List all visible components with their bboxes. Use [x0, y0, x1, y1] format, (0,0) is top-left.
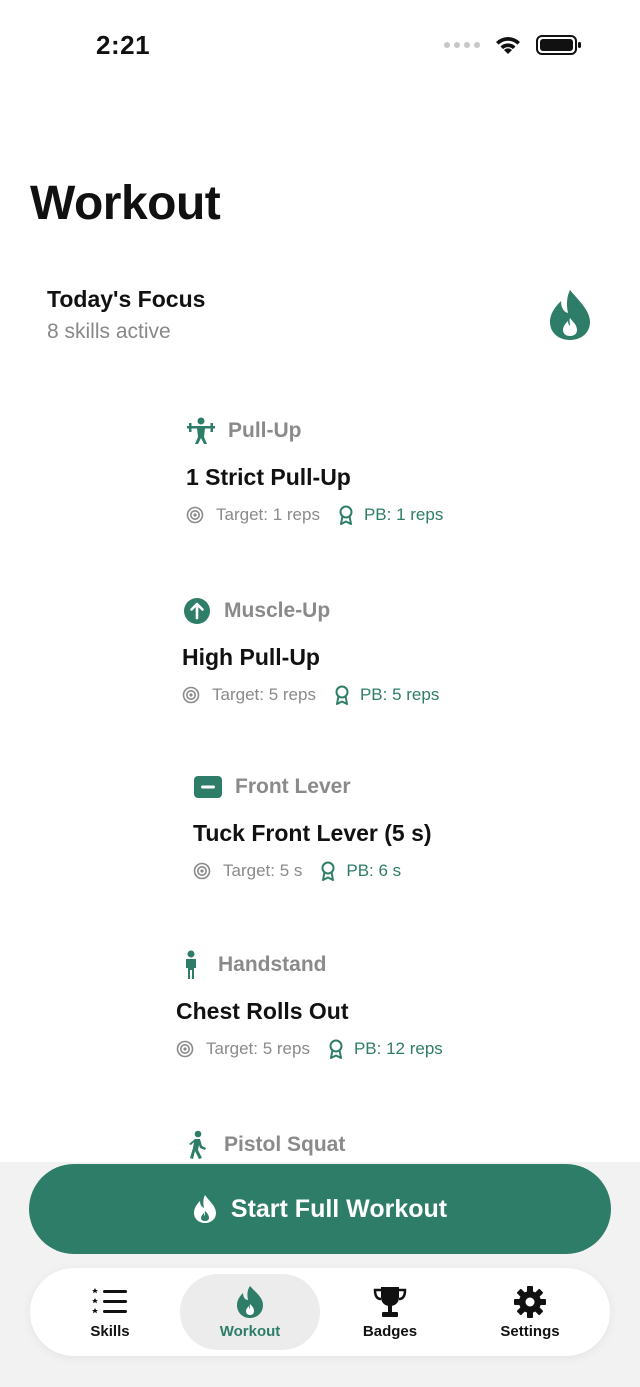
skill-target: Target: 5 s [223, 861, 303, 880]
skill-name: High Pull-Up [182, 644, 320, 670]
skill-category: Pistol Squat [182, 1130, 345, 1160]
tab-badges[interactable]: Badges [320, 1274, 460, 1350]
status-icons [444, 34, 582, 56]
flame-icon [193, 1195, 216, 1223]
skill-meta: Target: 5 s PB: 6 s [193, 861, 432, 881]
skill-category-label: Pistol Squat [224, 1133, 346, 1156]
gear-icon [514, 1285, 546, 1318]
list-icon [92, 1287, 127, 1313]
skill-category-label: Handstand [218, 953, 327, 976]
skill-category-label: Front Lever [235, 775, 351, 798]
tab-workout-label: Workout [219, 1322, 281, 1340]
battery-icon [536, 35, 581, 55]
standing-person-icon [176, 950, 206, 980]
skill-meta: Target: 5 reps PB: 12 reps [176, 1039, 443, 1059]
skill-card[interactable]: Front Lever Tuck Front Lever (5 s) Targe… [193, 772, 432, 881]
page-title: Workout [30, 177, 221, 230]
wifi-icon [496, 37, 520, 54]
signal-icon [444, 42, 480, 48]
skill-meta: Target: 1 reps PB: 1 reps [186, 505, 443, 525]
start-workout-button[interactable]: Start Full Workout [29, 1164, 611, 1254]
flame-icon [237, 1285, 263, 1318]
target-icon [186, 506, 204, 524]
skill-card[interactable]: Pistol Squat [182, 1130, 345, 1160]
award-icon [321, 861, 335, 881]
tab-bar: Skills Workout Badges Settings [30, 1268, 610, 1356]
skill-category-label: Muscle-Up [224, 599, 331, 622]
start-workout-label: Start Full Workout [230, 1194, 448, 1223]
skill-card[interactable]: Handstand Chest Rolls Out Target: 5 reps… [176, 950, 443, 1059]
skill-meta: Target: 5 reps PB: 5 reps [182, 685, 439, 705]
skill-pb: PB: 5 reps [359, 685, 440, 704]
minus-square-icon [193, 772, 223, 802]
skill-category: Pull-Up [186, 416, 443, 446]
skill-card[interactable]: Muscle-Up High Pull-Up Target: 5 reps PB… [182, 596, 439, 705]
skill-category: Front Lever [193, 772, 432, 802]
target-icon [193, 862, 211, 880]
award-icon [329, 1039, 343, 1059]
award-icon [335, 685, 349, 705]
tab-settings-label: Settings [500, 1322, 560, 1340]
target-icon [182, 686, 200, 704]
skill-target: Target: 1 reps [216, 505, 320, 524]
arrow-up-circle-icon [182, 596, 212, 626]
workout-screen: 2:21 Workout Today's Focus 8 skills acti… [0, 0, 640, 1387]
tab-skills[interactable]: Skills [40, 1274, 180, 1350]
skill-target: Target: 5 reps [212, 685, 316, 704]
flame-icon [550, 290, 590, 340]
skill-category: Handstand [176, 950, 443, 980]
weightlifter-icon [186, 416, 216, 446]
trophy-icon [373, 1286, 407, 1317]
tab-skills-label: Skills [90, 1322, 130, 1340]
focus-subtitle: 8 skills active [47, 320, 171, 343]
tab-settings[interactable]: Settings [460, 1274, 600, 1350]
skill-category-label: Pull-Up [228, 419, 302, 442]
walking-person-icon [182, 1130, 212, 1160]
skill-pb: PB: 12 reps [353, 1039, 443, 1058]
award-icon [339, 505, 353, 525]
skill-target: Target: 5 reps [206, 1039, 310, 1058]
skill-name: Tuck Front Lever (5 s) [193, 820, 432, 846]
skill-name: 1 Strict Pull-Up [186, 464, 351, 490]
skill-pb: PB: 6 s [346, 861, 402, 880]
skill-category: Muscle-Up [182, 596, 439, 626]
tab-badges-label: Badges [362, 1322, 418, 1340]
target-icon [176, 1040, 194, 1058]
status-time: 2:21 [96, 30, 151, 60]
skill-card[interactable]: Pull-Up 1 Strict Pull-Up Target: 1 reps … [186, 416, 443, 525]
focus-title: Today's Focus [47, 286, 206, 312]
skill-pb: PB: 1 reps [363, 505, 444, 524]
tab-workout[interactable]: Workout [180, 1274, 320, 1350]
skill-name: Chest Rolls Out [176, 998, 349, 1024]
